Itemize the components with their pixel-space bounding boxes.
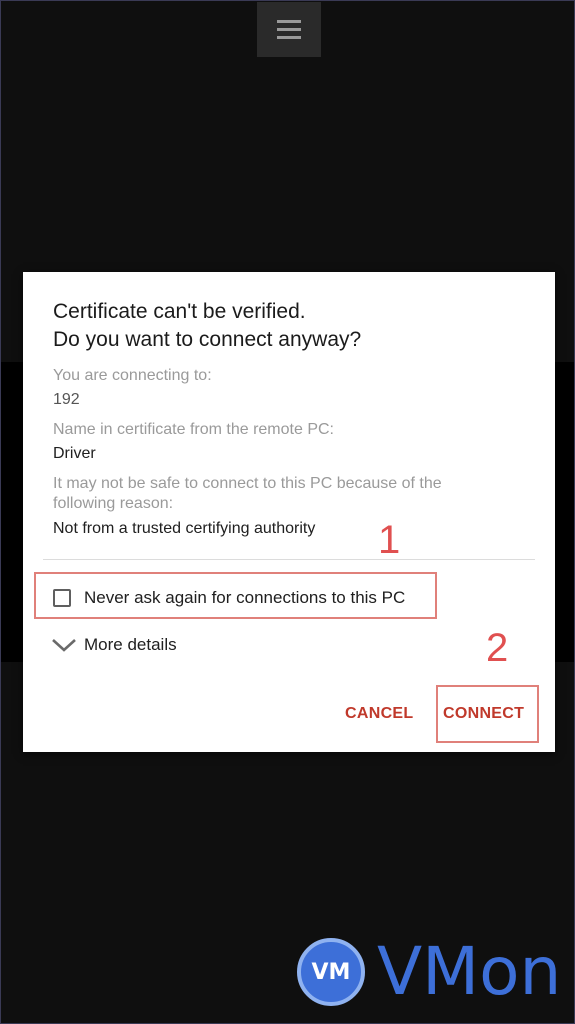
connecting-to-value: 192 bbox=[53, 391, 80, 408]
logo-wordmark: VMon bbox=[377, 933, 562, 1010]
vmon-logo: VM VMon bbox=[297, 934, 575, 1012]
annotation-step-2: 2 bbox=[486, 626, 509, 670]
reason-value: Not from a trusted certifying authority bbox=[53, 520, 316, 537]
cert-name-label: Name in certificate from the remote PC: bbox=[53, 421, 334, 438]
cancel-button[interactable]: CANCEL bbox=[345, 705, 413, 723]
more-details-label[interactable]: More details bbox=[84, 635, 177, 655]
hamburger-menu-icon[interactable] bbox=[257, 2, 321, 57]
more-details-toggle[interactable]: More details bbox=[51, 633, 177, 657]
cert-name-value: Driver bbox=[53, 445, 96, 462]
connecting-to-label: You are connecting to: bbox=[53, 367, 212, 384]
annotation-step-1: 1 bbox=[378, 518, 401, 562]
reason-label: It may not be safe to connect to this PC… bbox=[53, 475, 442, 512]
certificate-warning-dialog: Certificate can't be verified. Do you wa… bbox=[23, 272, 555, 752]
logo-badge: VM bbox=[297, 938, 365, 1006]
divider bbox=[43, 559, 535, 560]
chevron-down-icon bbox=[52, 639, 76, 652]
dialog-title: Certificate can't be verified. Do you wa… bbox=[53, 298, 533, 354]
dialog-title-line1: Certificate can't be verified. bbox=[53, 300, 306, 323]
annotation-highlight-connect bbox=[436, 685, 539, 743]
dialog-title-line2: Do you want to connect anyway? bbox=[53, 328, 362, 351]
annotation-highlight-checkbox bbox=[34, 572, 437, 619]
